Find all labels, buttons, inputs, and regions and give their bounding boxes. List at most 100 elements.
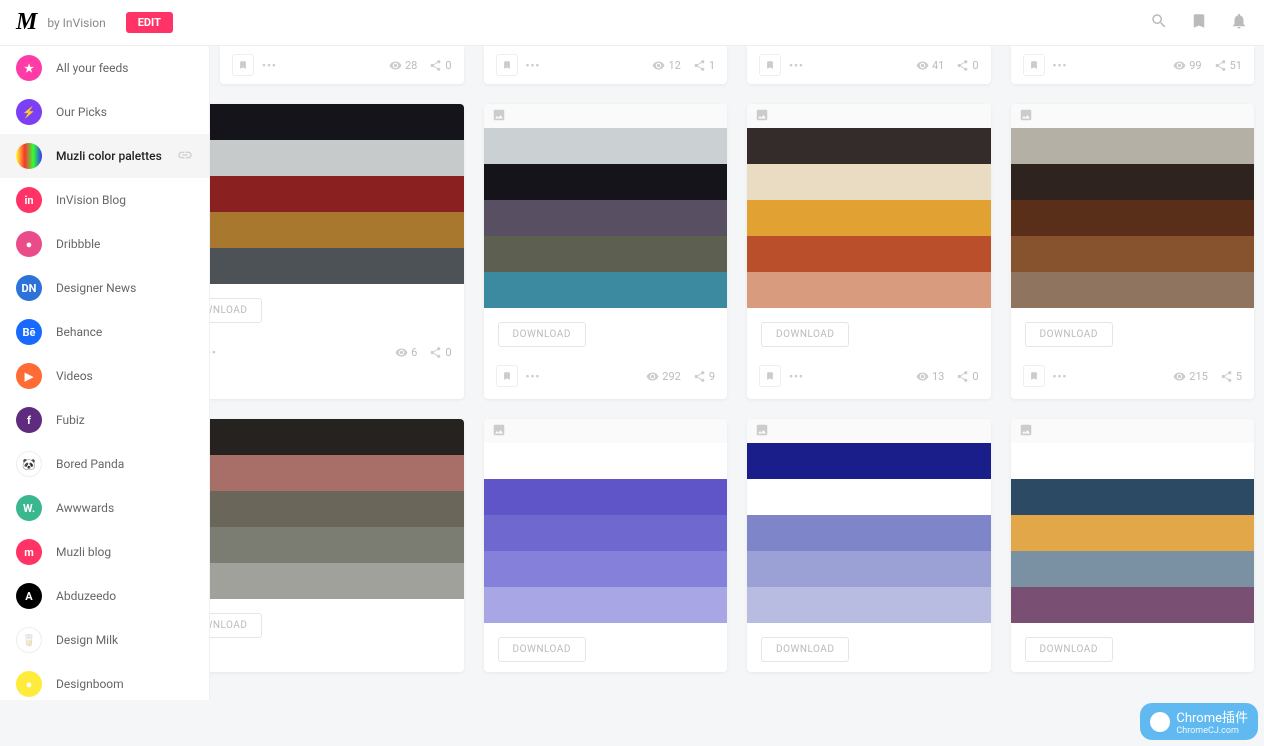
sidebar-icon: ● bbox=[16, 671, 42, 697]
sidebar-item-muzli-color-palettes[interactable]: Muzli color palettes bbox=[0, 134, 209, 178]
shares-stat: 0 bbox=[429, 346, 451, 359]
color-swatch bbox=[210, 104, 464, 140]
bookmark-icon[interactable] bbox=[1190, 12, 1208, 34]
palette bbox=[1011, 443, 1255, 623]
sidebar-item-design-milk[interactable]: 🥛Design Milk bbox=[0, 618, 209, 662]
watermark-sub: ChromeCJ.com bbox=[1176, 726, 1248, 736]
sidebar-item-abduzeedo[interactable]: A Abduzeedo bbox=[0, 574, 209, 618]
sidebar-item-designboom[interactable]: ● Designboom bbox=[0, 662, 209, 700]
palette-card: DOWNLOAD bbox=[210, 419, 464, 672]
download-button[interactable]: DOWNLOAD bbox=[498, 637, 586, 662]
image-icon bbox=[755, 107, 769, 126]
bookmark-button[interactable] bbox=[496, 54, 518, 76]
download-button[interactable]: DOWNLOAD bbox=[498, 322, 586, 347]
edit-button[interactable]: EDIT bbox=[126, 12, 173, 33]
sidebar-item-label: Abduzeedo bbox=[56, 589, 116, 603]
download-button[interactable]: DOWNLOAD bbox=[761, 322, 849, 347]
watermark-badge: Chrome插件 ChromeCJ.com bbox=[1140, 703, 1258, 740]
sidebar-item-label: Behance bbox=[56, 325, 102, 339]
bookmark-button[interactable] bbox=[759, 365, 781, 387]
sidebar-icon: ★ bbox=[16, 55, 42, 81]
bookmark-button[interactable] bbox=[1023, 365, 1045, 387]
shares-stat: 1 bbox=[693, 59, 715, 72]
card-footer: ••• 215 5 bbox=[1011, 357, 1255, 399]
bookmark-button[interactable] bbox=[496, 365, 518, 387]
sidebar-item-label: Our Picks bbox=[56, 105, 107, 119]
sidebar-item-designer-news[interactable]: DNDesigner News bbox=[0, 266, 209, 310]
image-icon bbox=[492, 107, 506, 126]
watermark-title: Chrome插件 bbox=[1176, 707, 1248, 726]
palette-header bbox=[484, 419, 728, 443]
link-icon bbox=[177, 147, 193, 166]
sidebar-item-label: InVision Blog bbox=[56, 193, 126, 207]
sidebar-item-videos[interactable]: ▶Videos bbox=[0, 354, 209, 398]
sidebar-item-behance[interactable]: Bē Behance bbox=[0, 310, 209, 354]
sidebar-item-fubiz[interactable]: fFubiz bbox=[0, 398, 209, 442]
palette-card: DOWNLOAD•••130 bbox=[747, 104, 991, 399]
color-swatch bbox=[1011, 272, 1255, 308]
color-swatch bbox=[747, 443, 991, 479]
sidebar-icon: ● bbox=[16, 231, 42, 257]
palette-card: DOWNLOAD ••• 215 5 bbox=[1011, 104, 1255, 399]
more-icon[interactable]: ••• bbox=[1053, 370, 1068, 383]
sidebar-item-label: Bored Panda bbox=[56, 457, 124, 471]
download-button[interactable]: DOWNLOAD bbox=[1025, 322, 1113, 347]
sidebar-item-bored-panda[interactable]: 🐼Bored Panda bbox=[0, 442, 209, 486]
shares-stat: 5 bbox=[1220, 370, 1242, 383]
sidebar-item-all-your-feeds[interactable]: ★All your feeds bbox=[0, 46, 209, 90]
color-swatch bbox=[484, 200, 728, 236]
color-swatch bbox=[210, 248, 464, 284]
sidebar-icon: 🥛 bbox=[16, 627, 42, 653]
search-icon[interactable] bbox=[1150, 12, 1168, 34]
bell-icon[interactable] bbox=[1230, 12, 1248, 34]
color-swatch bbox=[1011, 164, 1255, 200]
sidebar-item-label: Designboom bbox=[56, 677, 124, 691]
palette bbox=[210, 104, 464, 284]
color-swatch bbox=[1011, 200, 1255, 236]
color-swatch bbox=[484, 443, 728, 479]
download-button[interactable]: DOWNLOAD bbox=[1025, 637, 1113, 662]
download-button[interactable]: DOWNLOAD bbox=[210, 613, 262, 638]
color-swatch bbox=[210, 563, 464, 599]
sidebar-icon: DN bbox=[16, 275, 42, 301]
sidebar-item-invision-blog[interactable]: in InVision Blog bbox=[0, 178, 209, 222]
sidebar: ★All your feeds⚡Our PicksMuzli color pal… bbox=[0, 46, 210, 700]
bookmark-button[interactable] bbox=[232, 54, 254, 76]
image-icon bbox=[1019, 107, 1033, 126]
sidebar-icon: in bbox=[16, 187, 42, 213]
color-swatch bbox=[747, 515, 991, 551]
sidebar-icon: A bbox=[16, 583, 42, 609]
more-icon[interactable]: ••• bbox=[262, 59, 277, 72]
card-footer-partial: •••121 bbox=[484, 46, 728, 84]
sidebar-item-awwwards[interactable]: W.Awwwards bbox=[0, 486, 209, 530]
download-button[interactable]: DOWNLOAD bbox=[210, 298, 262, 323]
color-swatch bbox=[1011, 236, 1255, 272]
color-swatch bbox=[747, 587, 991, 623]
download-button[interactable]: DOWNLOAD bbox=[761, 637, 849, 662]
views-stat: 215 bbox=[1173, 370, 1208, 383]
more-icon[interactable]: ••• bbox=[789, 370, 804, 383]
palette-card: DOWNLOAD•••60 bbox=[210, 104, 464, 399]
sidebar-item-muzli-blog[interactable]: mMuzli blog bbox=[0, 530, 209, 574]
color-swatch bbox=[484, 551, 728, 587]
shares-stat: 51 bbox=[1214, 59, 1242, 72]
bookmark-button[interactable] bbox=[759, 54, 781, 76]
snail-icon bbox=[1150, 712, 1170, 732]
sidebar-item-dribbble[interactable]: ●Dribbble bbox=[0, 222, 209, 266]
card-footer: •••2929 bbox=[484, 357, 728, 399]
sidebar-icon: ▶ bbox=[16, 363, 42, 389]
color-swatch bbox=[484, 515, 728, 551]
bookmark-button[interactable] bbox=[1023, 54, 1045, 76]
color-swatch bbox=[210, 419, 464, 455]
color-swatch bbox=[210, 176, 464, 212]
more-icon[interactable]: ••• bbox=[526, 59, 541, 72]
more-icon[interactable]: ••• bbox=[1053, 59, 1068, 72]
palette-header bbox=[1011, 104, 1255, 128]
sidebar-item-our-picks[interactable]: ⚡Our Picks bbox=[0, 90, 209, 134]
more-icon[interactable]: ••• bbox=[526, 370, 541, 383]
more-icon[interactable]: ••• bbox=[210, 346, 217, 359]
shares-stat: 9 bbox=[693, 370, 715, 383]
color-swatch bbox=[747, 551, 991, 587]
sidebar-icon: Bē bbox=[16, 319, 42, 345]
more-icon[interactable]: ••• bbox=[789, 59, 804, 72]
